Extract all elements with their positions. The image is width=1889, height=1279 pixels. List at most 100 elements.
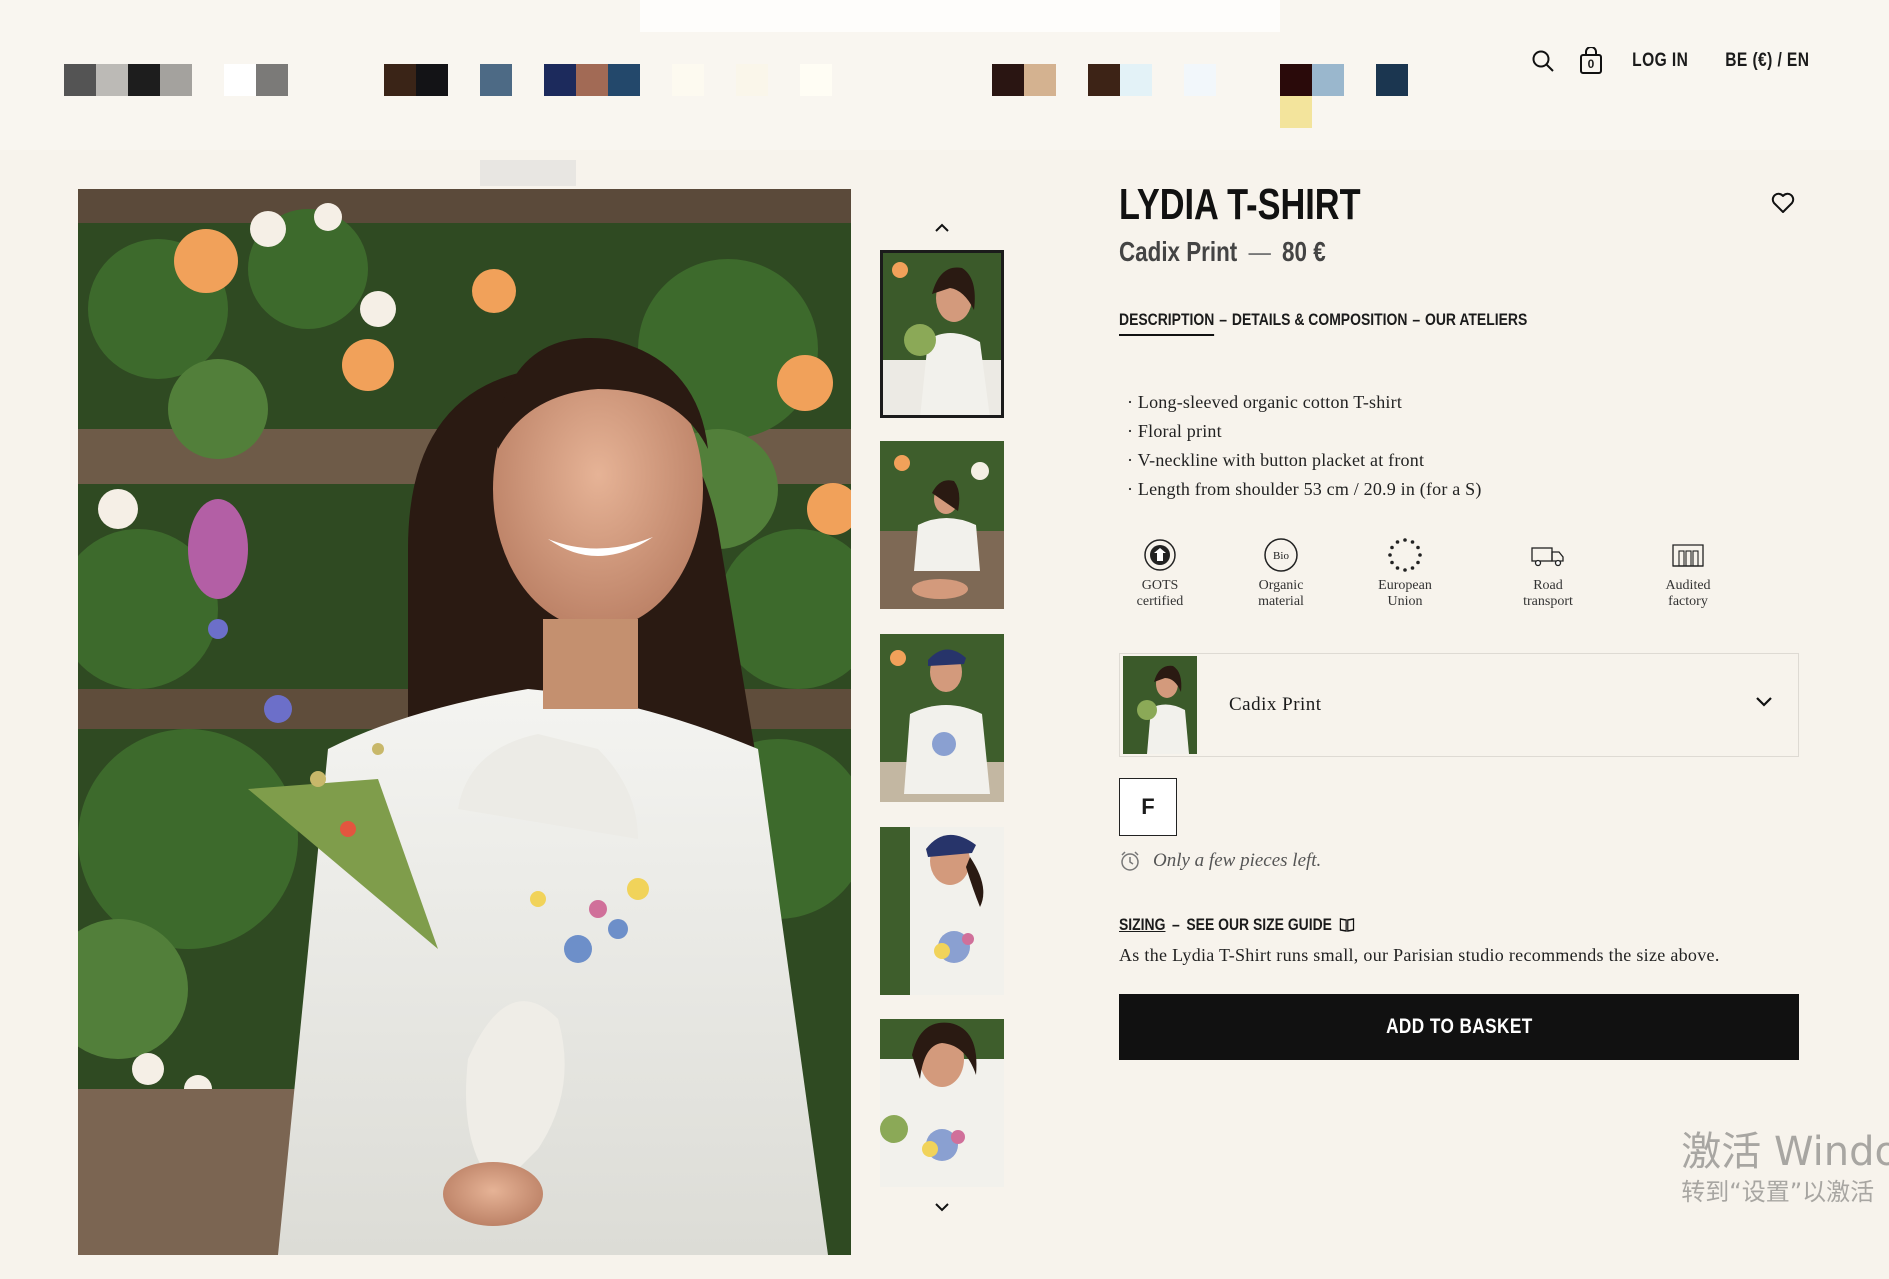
color-swatch — [544, 64, 576, 96]
color-swatch — [608, 64, 640, 96]
size-option-f[interactable]: F — [1119, 778, 1177, 836]
gots-icon — [1144, 539, 1176, 571]
login-link[interactable]: LOG IN — [1632, 50, 1688, 72]
badge-factory-line2: factory — [1668, 594, 1708, 609]
color-swatch — [672, 64, 704, 96]
description-item: Length from shoulder 53 cm / 20.9 in (fo… — [1127, 475, 1482, 504]
badge-road-transport: Road transport — [1488, 536, 1608, 610]
main-product-photo[interactable] — [78, 189, 851, 1255]
badge-eu-line1: European — [1378, 578, 1432, 593]
chevron-down-icon — [1756, 694, 1776, 714]
watermark-line2: 转到“设置”以激活 — [1681, 1178, 1875, 1206]
color-swatch — [992, 64, 1024, 96]
book-icon — [1339, 918, 1354, 932]
color-swatch — [576, 64, 608, 96]
add-to-basket-label: ADD TO BASKET — [1385, 1015, 1533, 1038]
bio-icon-text: Bio — [1273, 550, 1289, 562]
badge-road-line2: transport — [1523, 594, 1573, 609]
badge-gots-line1: GOTS — [1141, 578, 1179, 593]
color-swatch — [480, 64, 512, 96]
sizing-row: SIZING – SEE OUR SIZE GUIDE — [1119, 915, 1355, 935]
header-actions: 0 LOG IN BE (€) / EN — [1530, 47, 1819, 74]
color-swatch — [384, 64, 416, 96]
color-swatch — [1280, 96, 1312, 128]
description-item: V-neckline with button placket at front — [1127, 446, 1482, 475]
color-swatch — [256, 64, 288, 96]
product-title: LYDIA T-SHIRT — [1119, 180, 1361, 229]
sizing-advice: As the Lydia T-Shirt runs small, our Par… — [1119, 945, 1720, 965]
top-bar: 0 LOG IN BE (€) / EN — [0, 0, 1889, 186]
sizing-dash: – — [1172, 915, 1180, 934]
color-swatch — [64, 64, 96, 96]
chevron-up-icon[interactable] — [930, 217, 954, 237]
color-swatch — [160, 64, 192, 96]
badge-eu-line2: Union — [1387, 594, 1423, 609]
stock-notice: Only a few pieces left. — [1119, 850, 1321, 872]
color-swatch — [800, 64, 832, 96]
basket-icon[interactable]: 0 — [1578, 47, 1604, 74]
locale-selector[interactable]: BE (€) / EN — [1726, 50, 1810, 72]
description-item: Long-sleeved organic cotton T-shirt — [1127, 388, 1482, 417]
color-swatch — [1088, 64, 1120, 96]
color-swatch — [736, 64, 768, 96]
color-swatch — [1184, 64, 1216, 96]
badge-organic: Bio Organic material — [1221, 536, 1341, 610]
truck-icon — [1531, 547, 1564, 567]
color-swatch — [96, 64, 128, 96]
chevron-down-icon[interactable] — [930, 1197, 954, 1217]
clock-icon — [1121, 851, 1139, 871]
bio-icon: Bio — [1264, 538, 1298, 572]
description-list: Long-sleeved organic cotton T-shirt Flor… — [1127, 388, 1482, 504]
tab-our-ateliers[interactable]: OUR ATELIERS — [1425, 310, 1527, 334]
badge-gots: GOTS certified — [1100, 536, 1220, 610]
variant-selector[interactable]: Cadix Print — [1119, 653, 1799, 757]
thumbnail-4[interactable] — [880, 827, 1004, 995]
color-swatch — [1120, 64, 1152, 96]
eu-stars-icon — [1388, 538, 1422, 572]
badge-gots-line2: certified — [1136, 594, 1184, 609]
badge-organic-line1: Organic — [1258, 578, 1304, 593]
color-swatch — [1280, 64, 1312, 96]
description-item: Floral print — [1127, 417, 1482, 446]
size-guide-link[interactable]: SEE OUR SIZE GUIDE — [1186, 915, 1332, 935]
color-swatch — [416, 64, 448, 96]
product-variant-name: Cadix Print — [1119, 236, 1238, 267]
factory-icon — [1672, 544, 1704, 567]
tab-separator: – — [1219, 310, 1227, 329]
scroll-indicator — [480, 160, 576, 186]
badge-audited-factory: Audited factory — [1628, 536, 1748, 610]
color-swatch — [1024, 64, 1056, 96]
add-to-basket-button[interactable]: ADD TO BASKET — [1119, 994, 1799, 1060]
color-swatch — [1376, 64, 1408, 96]
thumbnail-1[interactable] — [880, 250, 1004, 418]
badge-european-union: European Union — [1345, 536, 1465, 610]
thumbnail-5[interactable] — [880, 1019, 1004, 1187]
variant-label: Cadix Print — [1229, 694, 1322, 715]
windows-activation-watermark: 激活 Windo 转到“设置”以激活 — [1681, 1128, 1889, 1208]
badge-organic-line2: material — [1258, 594, 1304, 609]
color-swatch — [224, 64, 256, 96]
tab-separator: – — [1412, 310, 1421, 329]
basket-count: 0 — [1587, 57, 1595, 71]
sizing-label[interactable]: SIZING — [1119, 915, 1165, 935]
product-info-panel: LYDIA T-SHIRT Cadix Print — 80 € DESCRIPTI… — [1119, 180, 1799, 1060]
product-price: 80 € — [1282, 236, 1326, 267]
tab-details-composition[interactable]: DETAILS & COMPOSITION — [1232, 310, 1408, 334]
header-highlight — [640, 0, 1280, 32]
badge-road-line1: Road — [1533, 578, 1563, 593]
search-icon[interactable] — [1530, 48, 1556, 74]
color-swatch — [1312, 64, 1344, 96]
certification-badges: GOTS certified Bio Organic material Euro… — [1119, 536, 1799, 626]
tab-description[interactable]: DESCRIPTION — [1119, 310, 1215, 336]
subtitle-dash: — — [1248, 236, 1271, 267]
thumbnail-3[interactable] — [880, 634, 1004, 802]
thumbnail-2[interactable] — [880, 441, 1004, 609]
stock-text: Only a few pieces left. — [1153, 850, 1322, 871]
product-subtitle: Cadix Print — 80 € — [1119, 236, 1663, 268]
heart-icon[interactable] — [1771, 192, 1799, 220]
watermark-line1: 激活 Windo — [1681, 1129, 1889, 1175]
product-tabs: DESCRIPTION – DETAILS & COMPOSITION – OUR AT… — [1119, 310, 1527, 336]
variant-thumbnail — [1123, 656, 1197, 754]
color-swatch — [128, 64, 160, 96]
badge-factory-line1: Audited — [1665, 578, 1711, 593]
